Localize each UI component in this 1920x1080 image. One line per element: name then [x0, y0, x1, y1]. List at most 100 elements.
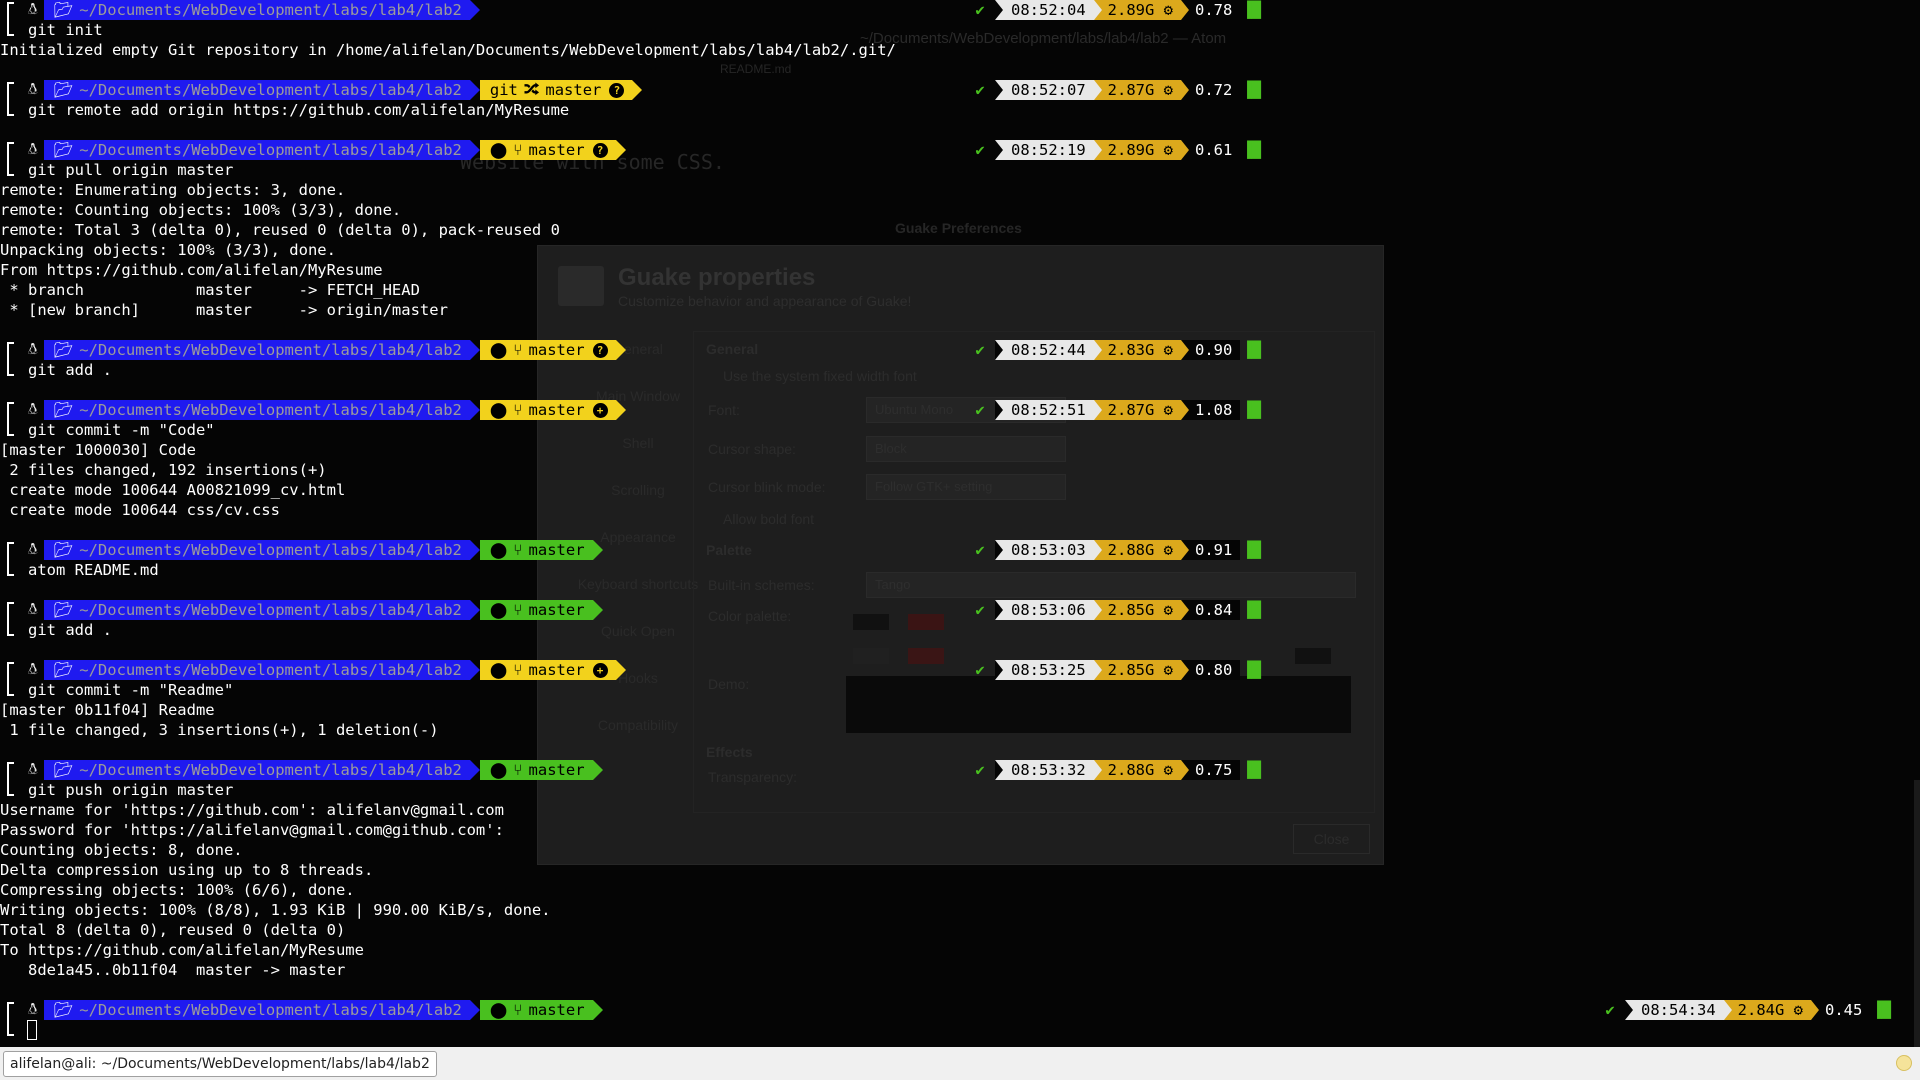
clock-time: 08:53:06	[995, 600, 1094, 620]
branch-icon: 🔀︎	[523, 81, 540, 99]
right-prompt-status: ✔ 08:53:32 2.88G ⚙ 0.75 ▐█	[965, 760, 1261, 780]
powerline-arrow	[469, 540, 480, 560]
prompt-corner	[7, 676, 14, 696]
current-path: ~/Documents/WebDevelopment/labs/lab4/lab…	[79, 341, 462, 359]
command-line[interactable]: git add .	[28, 360, 112, 380]
bar-chart-icon: ▐█	[1242, 661, 1262, 679]
dialog-sidebar: General Main Window Shell Scrolling Appe…	[563, 326, 713, 749]
command-line[interactable]: git commit -m "Code"	[28, 420, 215, 440]
branch-icon: ⑂	[513, 401, 523, 419]
vcs-segment: ⬤ ⑂ master ?	[479, 140, 616, 160]
tray-icon[interactable]	[1896, 1055, 1912, 1071]
background-tab: README.md	[720, 62, 792, 76]
path-segment: 📂︎ ~/Documents/WebDevelopment/labs/lab4/…	[43, 660, 470, 680]
right-prompt-status: ✔ 08:52:19 2.89G ⚙ 0.61 ▐█	[965, 140, 1261, 160]
github-icon: ⬤	[489, 341, 508, 359]
command-line[interactable]: git init	[28, 20, 103, 40]
guake-preferences-title: Guake Preferences	[895, 220, 1022, 236]
powerline-arrow	[469, 340, 480, 360]
powerline-arrow	[592, 760, 603, 780]
github-icon: ⬤	[489, 1001, 508, 1019]
output-line: To https://github.com/alifelan/MyResume	[0, 941, 364, 959]
bar-chart-icon: ▐█	[1242, 81, 1262, 99]
clock-time: 08:52:04	[995, 0, 1094, 20]
right-prompt-status: ✔ 08:53:03 2.88G ⚙ 0.91 ▐█	[965, 540, 1261, 560]
load-average: 0.90	[1181, 340, 1241, 360]
prompt-corner	[7, 556, 14, 576]
check-icon: ✔	[975, 1, 985, 19]
folder-icon: 📂︎	[53, 761, 74, 779]
tux-icon: 🐧︎	[18, 400, 44, 420]
dialog-subtitle: Customize behavior and appearance of Gua…	[618, 293, 912, 309]
branch-icon: ⑂	[513, 761, 523, 779]
load-average: 0.61	[1181, 140, 1241, 160]
ram-icon: ⚙	[1163, 141, 1174, 159]
folder-icon: 📂︎	[53, 1001, 74, 1019]
command-line[interactable]: git add .	[28, 620, 112, 640]
output-line: Compressing objects: 100% (6/6), done.	[0, 881, 355, 899]
path-segment: 📂︎ ~/Documents/WebDevelopment/labs/lab4/…	[43, 400, 470, 420]
ram-icon: ⚙	[1163, 1, 1174, 19]
right-prompt-status: ✔ 08:54:34 2.84G ⚙ 0.45 ▐█	[1595, 1000, 1891, 1020]
vcs-segment: ⬤ ⑂ master	[479, 760, 593, 780]
right-prompt-status: ✔ 08:53:06 2.85G ⚙ 0.84 ▐█	[965, 600, 1261, 620]
command-line[interactable]: git remote add origin https://github.com…	[28, 100, 569, 120]
status-bar: alifelan@ali: ~/Documents/WebDevelopment…	[0, 1047, 1920, 1080]
dialog-label: General	[706, 341, 759, 357]
folder-icon: 📂︎	[53, 601, 74, 619]
clock-time: 08:53:03	[995, 540, 1094, 560]
scheme-select: Tango	[866, 572, 1356, 598]
plus-icon: +	[592, 662, 608, 678]
powerline-arrow	[615, 140, 626, 160]
prompt-line: 🐧︎ 📂︎ ~/Documents/WebDevelopment/labs/la…	[18, 600, 603, 620]
bar-chart-icon: ▐█	[1242, 1, 1262, 19]
question-icon: ?	[592, 142, 608, 158]
command-line[interactable]: git pull origin master	[28, 160, 233, 180]
bar-chart-icon: ▐█	[1242, 541, 1262, 559]
prompt-line: 🐧︎ 📂︎ ~/Documents/WebDevelopment/labs/la…	[18, 340, 626, 360]
dialog-label: Color palette:	[708, 608, 792, 624]
folder-icon: 📂︎	[53, 341, 74, 359]
folder-icon: 📂︎	[53, 1, 74, 19]
check-icon: ✔	[975, 661, 985, 679]
path-segment: 📂︎ ~/Documents/WebDevelopment/labs/lab4/…	[43, 760, 470, 780]
memory-value: 2.88G	[1107, 761, 1155, 779]
terminal-tab-label[interactable]: alifelan@ali: ~/Documents/WebDevelopment…	[3, 1051, 437, 1077]
folder-icon: 📂︎	[53, 661, 74, 679]
powerline-arrow	[615, 400, 626, 420]
dialog-label: Cursor blink mode:	[708, 479, 826, 495]
folder-icon: 📂︎	[53, 141, 74, 159]
bar-chart-icon: ▐█	[1242, 601, 1262, 619]
memory-usage: 2.85G ⚙	[1093, 660, 1182, 680]
dialog-label: Cursor shape:	[708, 441, 796, 457]
memory-value: 2.85G	[1107, 661, 1155, 679]
cursor-shape-select: Block	[866, 436, 1066, 462]
clock-time: 08:52:51	[995, 400, 1094, 420]
ram-icon: ⚙	[1163, 341, 1174, 359]
command-line[interactable]: git push origin master	[28, 780, 233, 800]
scrollbar[interactable]	[1914, 780, 1920, 1050]
branch-icon: ⑂	[513, 661, 523, 679]
vcs-segment: ⬤ ⑂ master	[479, 600, 593, 620]
right-prompt-status: ✔ 08:53:25 2.85G ⚙ 0.80 ▐█	[965, 660, 1261, 680]
path-segment: 📂︎ ~/Documents/WebDevelopment/labs/lab4/…	[43, 80, 470, 100]
powerline-arrow	[469, 600, 480, 620]
output-line: Initialized empty Git repository in /hom…	[0, 41, 896, 59]
output-line: Total 8 (delta 0), reused 0 (delta 0)	[0, 921, 346, 939]
memory-usage: 2.88G ⚙	[1093, 540, 1182, 560]
memory-usage: 2.87G ⚙	[1093, 80, 1182, 100]
command-line[interactable]: git commit -m "Readme"	[28, 680, 233, 700]
path-segment: 📂︎ ~/Documents/WebDevelopment/labs/lab4/…	[43, 540, 470, 560]
powerline-arrow	[469, 0, 480, 20]
tux-icon: 🐧︎	[18, 600, 44, 620]
vcs-segment: ⬤ ⑂ master +	[479, 400, 616, 420]
command-line[interactable]: atom README.md	[28, 560, 159, 580]
vcs-segment: git 🔀︎ master ?	[479, 80, 633, 100]
path-segment: 📂︎ ~/Documents/WebDevelopment/labs/lab4/…	[43, 140, 470, 160]
load-average: 0.45	[1811, 1000, 1871, 1020]
ram-icon: ⚙	[1793, 1001, 1804, 1019]
clock-time: 08:54:34	[1625, 1000, 1724, 1020]
tux-icon: 🐧︎	[18, 80, 44, 100]
branch-name: master	[528, 141, 585, 159]
path-segment: 📂︎ ~/Documents/WebDevelopment/labs/lab4/…	[43, 340, 470, 360]
